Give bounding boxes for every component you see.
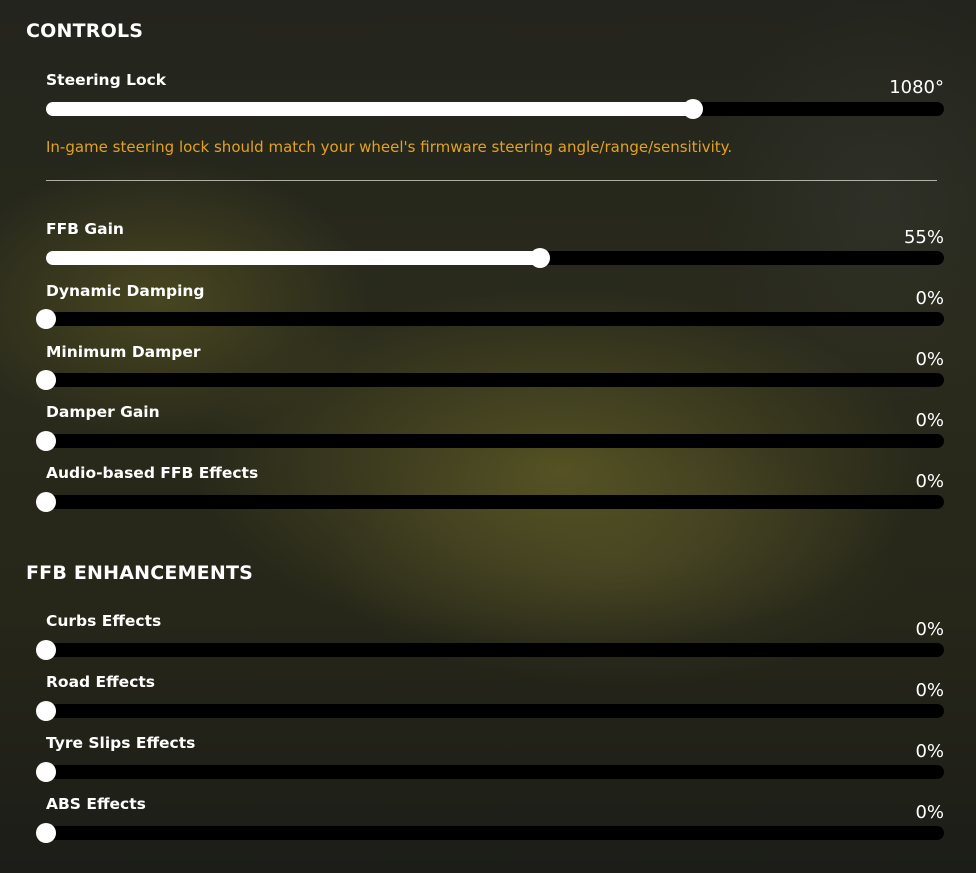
road-effects-label: Road Effects (46, 673, 156, 691)
slider-thumb[interactable] (683, 99, 703, 119)
abs-effects-slider[interactable] (36, 823, 944, 843)
curbs-effects-slider[interactable] (36, 640, 944, 660)
damper-gain-value: 0% (915, 410, 944, 431)
minimum-damper-label: Minimum Damper (46, 343, 201, 361)
slider-thumb[interactable] (36, 370, 56, 390)
tyre-slips-effects-label: Tyre Slips Effects (46, 734, 196, 752)
slider-thumb[interactable] (36, 492, 56, 512)
audio-ffb-slider[interactable] (36, 492, 944, 512)
section-title-ffb-enhancements: FFB ENHANCEMENTS (26, 562, 253, 584)
tyre-slips-effects-slider[interactable] (36, 762, 944, 782)
slider-thumb[interactable] (36, 431, 56, 451)
section-title-controls: CONTROLS (26, 20, 144, 42)
damper-gain-slider[interactable] (36, 431, 944, 451)
slider-thumb[interactable] (36, 823, 56, 843)
audio-ffb-label: Audio-based FFB Effects (46, 464, 259, 482)
minimum-damper-value: 0% (915, 349, 944, 370)
steering-lock-slider[interactable] (46, 99, 944, 119)
steering-lock-hint: In-game steering lock should match your … (46, 138, 733, 156)
dynamic-damping-label: Dynamic Damping (46, 282, 205, 300)
dynamic-damping-slider[interactable] (36, 309, 944, 329)
slider-fill (46, 102, 693, 116)
dynamic-damping-value: 0% (915, 288, 944, 309)
divider (46, 180, 937, 181)
slider-thumb[interactable] (530, 248, 550, 268)
slider-thumb[interactable] (36, 762, 56, 782)
slider-thumb[interactable] (36, 701, 56, 721)
ffb-gain-value: 55% (903, 227, 944, 248)
abs-effects-label: ABS Effects (46, 795, 146, 813)
minimum-damper-slider[interactable] (36, 370, 944, 390)
steering-lock-label: Steering Lock (46, 71, 167, 89)
tyre-slips-effects-value: 0% (915, 741, 944, 762)
road-effects-slider[interactable] (36, 701, 944, 721)
ffb-gain-label: FFB Gain (46, 220, 124, 238)
damper-gain-label: Damper Gain (46, 403, 160, 421)
slider-thumb[interactable] (36, 640, 56, 660)
ffb-gain-slider[interactable] (46, 248, 944, 268)
slider-fill (46, 251, 540, 265)
road-effects-value: 0% (915, 680, 944, 701)
curbs-effects-value: 0% (915, 619, 944, 640)
slider-thumb[interactable] (36, 309, 56, 329)
steering-lock-value: 1080° (889, 77, 944, 98)
abs-effects-value: 0% (915, 802, 944, 823)
curbs-effects-label: Curbs Effects (46, 612, 162, 630)
audio-ffb-value: 0% (915, 471, 944, 492)
